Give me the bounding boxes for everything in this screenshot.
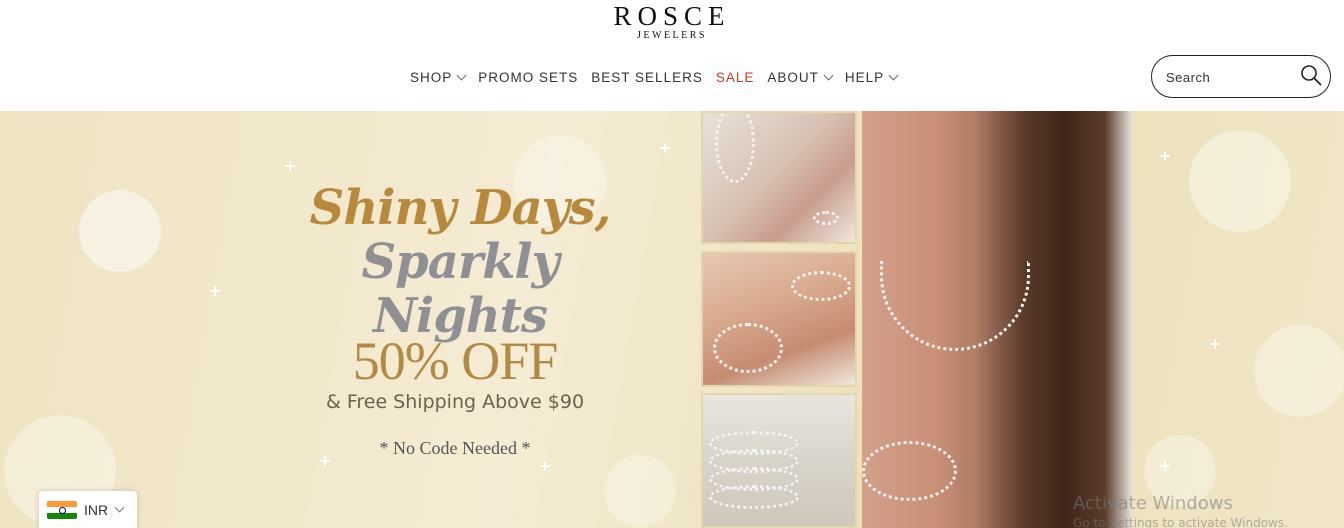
windows-activation-watermark: Activate Windows Go to Settings to activ… <box>1073 493 1288 528</box>
hero-shipping-text: & Free Shipping Above $90 <box>325 391 585 413</box>
sparkle-icon <box>1160 151 1170 161</box>
hero-headline: Shiny Days, Sparkly Nights <box>270 181 650 343</box>
photo-bracelet-wrist <box>701 251 857 387</box>
search-input[interactable] <box>1166 67 1286 87</box>
photo-ring-hand <box>701 111 857 244</box>
sparkle-icon <box>210 286 220 296</box>
chevron-down-icon <box>888 70 899 80</box>
sparkle-icon <box>285 161 295 171</box>
currency-code: INR <box>84 501 109 518</box>
necklace-shape <box>880 261 1030 351</box>
main-navigation: SHOP PROMO SETS BEST SELLERS SALE ABOUT … <box>410 66 910 88</box>
search-icon[interactable] <box>1300 64 1322 86</box>
nav-item-shop[interactable]: SHOP <box>410 69 467 85</box>
currency-selector[interactable]: INR <box>39 491 137 528</box>
india-flag-icon <box>47 500 77 519</box>
nav-item-label: SALE <box>715 69 755 85</box>
ring-shape <box>813 211 839 225</box>
bracelet-shape <box>791 271 851 301</box>
sparkle-icon <box>320 456 330 466</box>
nav-item-label: PROMO SETS <box>478 69 579 85</box>
nav-item-label: BEST SELLERS <box>591 69 703 85</box>
chevron-down-icon <box>823 70 834 80</box>
search-box <box>1151 55 1331 98</box>
site-header: ROSCE JEWELERS SHOP PROMO SETS BEST SELL… <box>0 0 1344 111</box>
bracelet-shape <box>713 323 783 373</box>
nav-item-label: SHOP <box>410 69 453 85</box>
brand-name: ROSCE <box>613 1 731 31</box>
photo-bracelet-stack <box>701 393 857 528</box>
nav-item-sale[interactable]: SALE <box>716 70 755 85</box>
hero-banner[interactable]: Shiny Days, Sparkly Nights 50% OFF & Fre… <box>0 111 1344 528</box>
nav-item-help[interactable]: HELP <box>844 69 899 85</box>
nav-item-label: HELP <box>844 69 885 85</box>
hero-headline-line2: Sparkly Nights <box>361 234 560 344</box>
watermark-title: Activate Windows <box>1073 493 1233 514</box>
brand-tagline: JEWELERS <box>637 30 707 41</box>
hero-no-code-note: * No Code Needed * <box>379 438 531 458</box>
nav-item-best-sellers[interactable]: BEST SELLERS <box>591 70 703 85</box>
nav-item-promo-sets[interactable]: PROMO SETS <box>478 70 578 85</box>
hero-headline-line1: Shiny Days, <box>309 180 612 236</box>
sparkle-icon <box>540 461 550 471</box>
photo-model-necklace <box>862 111 1132 528</box>
nav-item-about[interactable]: ABOUT <box>767 69 834 85</box>
sparkle-icon <box>1210 339 1220 349</box>
brand-logo[interactable]: ROSCE JEWELERS <box>572 2 772 42</box>
chevron-down-icon <box>456 70 467 80</box>
bracelet-shape <box>862 441 957 501</box>
bracelet-shape <box>709 485 799 509</box>
bracelet-shape <box>715 113 755 183</box>
sparkle-icon <box>1160 461 1170 471</box>
hero-discount: 50% OFF <box>352 331 559 391</box>
chevron-down-icon <box>114 502 125 513</box>
nav-item-label: ABOUT <box>767 69 819 85</box>
sparkle-icon <box>660 143 670 153</box>
watermark-subtitle: Go to Settings to activate Windows. <box>1073 516 1288 528</box>
